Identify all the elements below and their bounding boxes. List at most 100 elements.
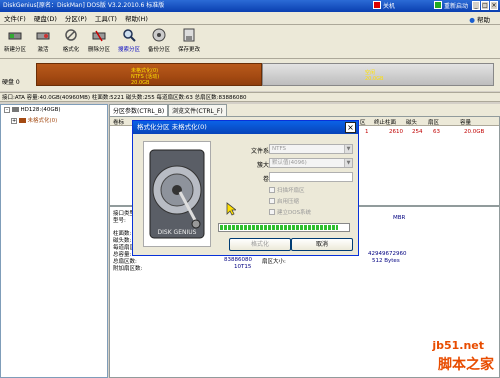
shutdown-label: 关机 [383,3,396,10]
volume-input[interactable] [269,172,353,182]
title-bar: DiskGenius[原名：DiskMan] DOS版 V3.2.2010.6 … [0,0,500,12]
detail-capacity-bytes: 42949672960 [368,251,407,257]
tree-item-partition[interactable]: + 未格式化(0) [11,116,57,124]
disk-info-bar: 接口:ATA 容量:40.0GB(40960MB) 柱面数:5221 磁头数:2… [0,92,500,102]
help-label: 帮助 [477,16,490,24]
watermark-url: jb51.net [432,339,484,352]
maximize-button[interactable]: □ [481,1,489,10]
detail-sector-size-label: 扇区大小: [262,259,286,265]
scan-bad-sectors-checkbox[interactable]: 扫描坏扇区 [269,186,305,194]
save-changes-button[interactable]: 保存更改 [176,28,202,53]
checkbox-icon [269,198,275,204]
partition-icon [18,118,26,123]
help-icon: ● [469,16,475,24]
close-button[interactable]: × [490,1,498,10]
cluster-value: 默认值(4096) [272,160,307,166]
minimize-button[interactable]: _ [472,1,480,10]
enable-compression-checkbox[interactable]: 启用压缩 [269,197,299,205]
header-end-cylinder: 终止柱面 [374,120,397,126]
header-sector: 扇区 [428,120,440,126]
partition-segment[interactable]: 未格式化(0) NTFS (活动) 20.0GB [36,63,262,86]
delete-partition-icon [92,30,106,42]
chevron-down-icon: ▼ [344,159,352,167]
detail-mbr-value: MBR [393,215,406,221]
scan-bad-sectors-label: 扫描坏扇区 [277,188,305,194]
restart-button[interactable]: 重新启动 [432,1,472,12]
tab-bar: 分区参数(CTRL_B) 浏览文件(CTRL_F) [109,104,500,116]
detail-extra-sectors-value: 10T15 [234,264,252,270]
header-head: 磁头 [406,120,418,126]
disk-icon [11,107,19,112]
hard-disk-icon: DISK GENIUS [149,149,205,239]
cell-end-cylinder: 2610 [389,129,403,135]
format-label: 格式化 [62,47,80,53]
format-submit-button[interactable]: 格式化 [229,238,291,251]
new-partition-label: 新建分区 [3,47,26,53]
fs-select[interactable]: NTFS ▼ [269,144,353,154]
detail-model-label: 型号: [113,218,126,224]
menu-tools[interactable]: 工具(T) [91,13,121,23]
search-partition-button[interactable]: 搜索分区 [116,28,142,53]
delete-partition-button[interactable]: 删除分区 [86,28,112,53]
backup-partition-label: 备份分区 [147,47,170,53]
menu-partition[interactable]: 分区(P) [61,13,91,23]
save-changes-label: 保存更改 [177,47,200,53]
save-icon [183,28,195,42]
cluster-select[interactable]: 默认值(4096) ▼ [269,158,353,168]
shutdown-button[interactable]: 关机 [371,1,396,12]
activate-icon [36,32,50,40]
format-button[interactable]: 格式化 [58,28,84,53]
checkbox-icon [269,187,275,193]
tab-partition-params[interactable]: 分区参数(CTRL_B) [109,104,169,116]
expand-icon[interactable]: + [11,118,17,124]
tree-disk-label: HD128:(40GB) [20,107,61,113]
menu-help[interactable]: 帮助(H) [121,13,152,23]
create-dos-label: 建立DOS系统 [277,210,312,216]
create-dos-checkbox[interactable]: 建立DOS系统 [269,208,311,216]
restart-icon [434,1,442,9]
tab-browse-files[interactable]: 浏览文件(CTRL_F) [168,104,227,116]
cell-region: 1 [365,129,369,135]
expand-icon[interactable]: - [4,107,10,113]
delete-partition-label: 删除分区 [87,47,110,53]
partition-size: 20.0GB [131,80,150,86]
format-icon [65,29,77,41]
activate-button[interactable]: 激活 [30,28,56,53]
activate-label: 激活 [37,47,49,53]
tree-partition-label: 未格式化(0) [27,118,58,124]
tree-item-disk[interactable]: - HD128:(40GB) [4,107,61,113]
dialog-title-bar: 格式化分区 未格式化(0) [133,121,358,134]
backup-partition-button[interactable]: 备份分区 [146,28,172,53]
detail-total-sectors-value: 83886080 [224,257,252,263]
fs-value: NTFS [272,146,287,152]
cell-capacity: 20.0GB [464,129,485,135]
disk-image-label: DISK GENIUS [158,229,197,236]
dialog-title: 格式化分区 未格式化(0) [137,123,207,131]
hard-disk-image: DISK GENIUS [143,141,211,247]
help-button[interactable]: ● 帮助 [469,14,490,24]
menu-disk[interactable]: 硬盘(D) [30,13,61,23]
new-partition-button[interactable]: 新建分区 [2,28,28,53]
format-progress-bar [218,223,350,232]
checkbox-icon [269,209,275,215]
header-volume: 卷标 [113,120,125,126]
search-icon [123,29,136,42]
menu-bar: 文件(F) 硬盘(D) 分区(P) 工具(T) 帮助(H) ● 帮助 [0,12,500,25]
cell-sector: 63 [433,129,440,135]
enable-compression-label: 启用压缩 [277,199,300,205]
free-size: 20.0GB [365,76,384,82]
backup-icon [152,28,166,42]
menu-file[interactable]: 文件(F) [0,13,30,23]
dialog-close-button[interactable]: × [345,122,356,133]
format-dialog: 格式化分区 未格式化(0) × DISK GENIUS 文件系统: NTFS ▼… [132,120,359,256]
window-controls: _ □ × [472,1,498,11]
watermark-site: 脚本之家 [438,357,494,373]
mouse-cursor-icon [226,202,236,216]
header-region: 区 [360,120,366,126]
cancel-button[interactable]: 取消 [291,238,353,251]
free-space-segment[interactable]: 空闲 20.0GB [262,63,494,86]
header-capacity: 容量 [460,120,472,126]
new-partition-icon [8,32,22,40]
disk-tree: - HD128:(40GB) + 未格式化(0) [0,104,108,378]
restart-label: 重新启动 [444,3,469,10]
